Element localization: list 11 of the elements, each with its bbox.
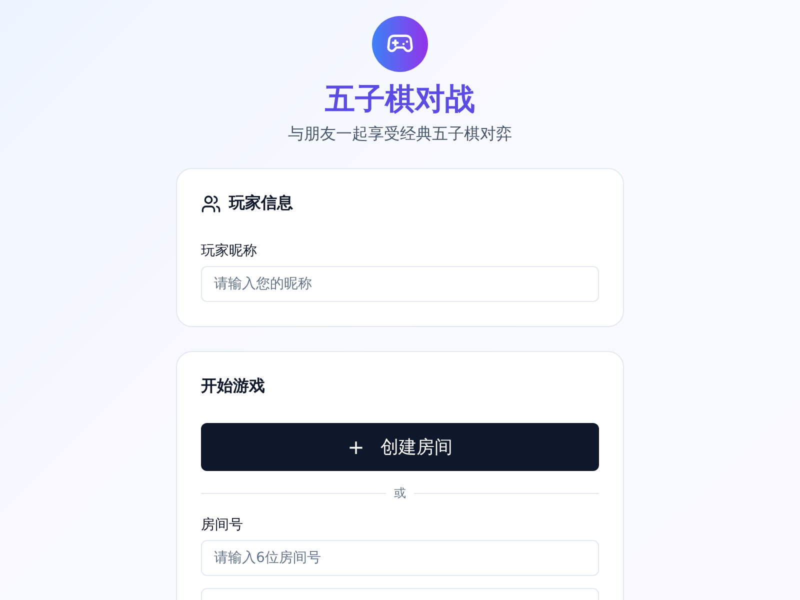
card-title: 玩家信息 bbox=[229, 193, 293, 214]
app-subtitle: 与朋友一起享受经典五子棋对弈 bbox=[288, 123, 512, 145]
users-icon bbox=[201, 194, 221, 214]
nickname-field[interactable]: 请输入您的昵称 bbox=[201, 266, 599, 302]
app-title: 五子棋对战 bbox=[325, 81, 475, 119]
divider-label: 或 bbox=[394, 485, 406, 502]
room-number-field[interactable]: 请输入6位房间号 bbox=[201, 540, 599, 576]
field-label: 玩家昵称 bbox=[201, 242, 257, 260]
create-room-button[interactable]: + 创建房间 bbox=[201, 423, 599, 471]
field-label: 房间号 bbox=[201, 516, 243, 534]
card-title: 开始游戏 bbox=[201, 376, 265, 397]
